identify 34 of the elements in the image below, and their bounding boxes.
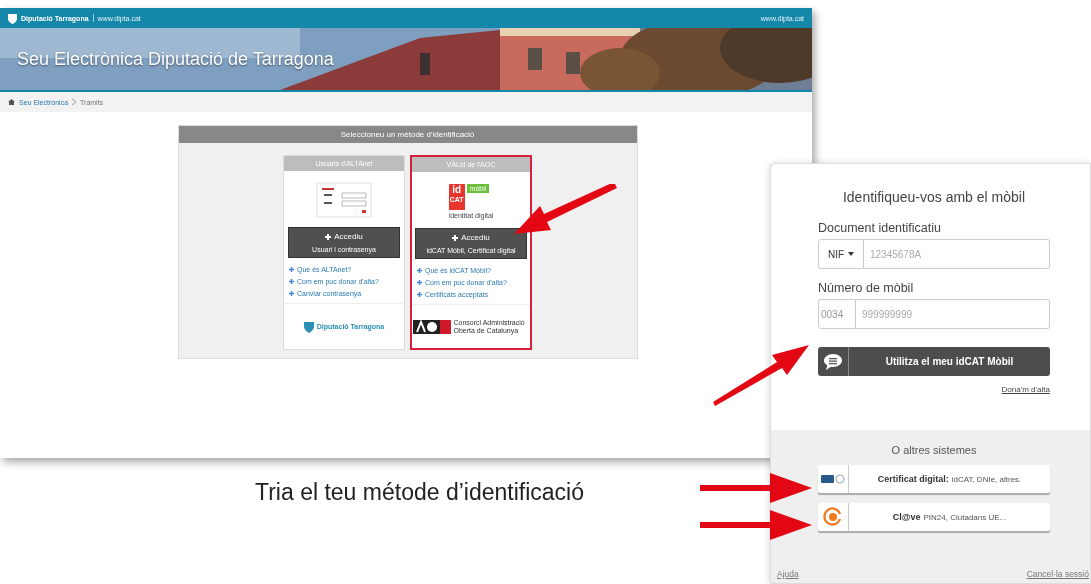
login-option-button[interactable]: Cl@ve PIN24, Ciutadans UE... — [818, 503, 1050, 531]
caret-icon — [848, 252, 855, 256]
plus-icon — [417, 268, 422, 273]
submit-button[interactable]: Utilitza el meu idCAT Mòbil — [818, 347, 1050, 376]
shield-icon — [8, 12, 17, 24]
id-card-icon — [820, 472, 846, 486]
plus-icon — [452, 234, 459, 241]
document-number-field[interactable]: 12345678A — [864, 239, 1050, 269]
aoc-logo-icon — [412, 319, 451, 334]
panel-title: Identifiqueu-vos amb el mòbil — [841, 189, 1027, 205]
login-option-button[interactable]: Certificat digital: idCAT, DNIe, altres. — [818, 465, 1050, 493]
footer-link[interactable]: Cancel·la sessió — [1026, 569, 1089, 579]
caption: Tria el teu métode d’identificació — [255, 479, 584, 506]
field-label: Número de mòbil — [818, 281, 915, 295]
field-label: Document identificatiu — [818, 221, 942, 235]
login-form-drawing — [316, 182, 372, 218]
chevron-icon — [72, 99, 77, 105]
document-type-select[interactable]: NIF — [818, 239, 864, 269]
signup-link[interactable]: Dona'm d'alta — [1001, 385, 1050, 394]
plus-icon — [417, 280, 422, 285]
home-icon — [8, 99, 15, 105]
plus-icon — [289, 267, 294, 272]
panel-title: Seleccioneu un mètode d'identificació — [178, 126, 637, 143]
plus-icon — [417, 292, 422, 297]
section-title: O altres sistemes — [890, 444, 978, 456]
site-title: Seu Electrònica Diputació de Tarragona — [17, 48, 334, 70]
chat-icon — [823, 352, 843, 371]
mobile-number-field[interactable]: 999999999 — [856, 299, 1050, 329]
footer-link[interactable]: Ajuda — [777, 569, 799, 579]
plus-icon — [325, 233, 332, 240]
at-sign-icon — [823, 507, 843, 527]
shield-icon — [303, 320, 314, 333]
plus-icon — [289, 291, 294, 296]
plus-icon — [289, 279, 294, 284]
